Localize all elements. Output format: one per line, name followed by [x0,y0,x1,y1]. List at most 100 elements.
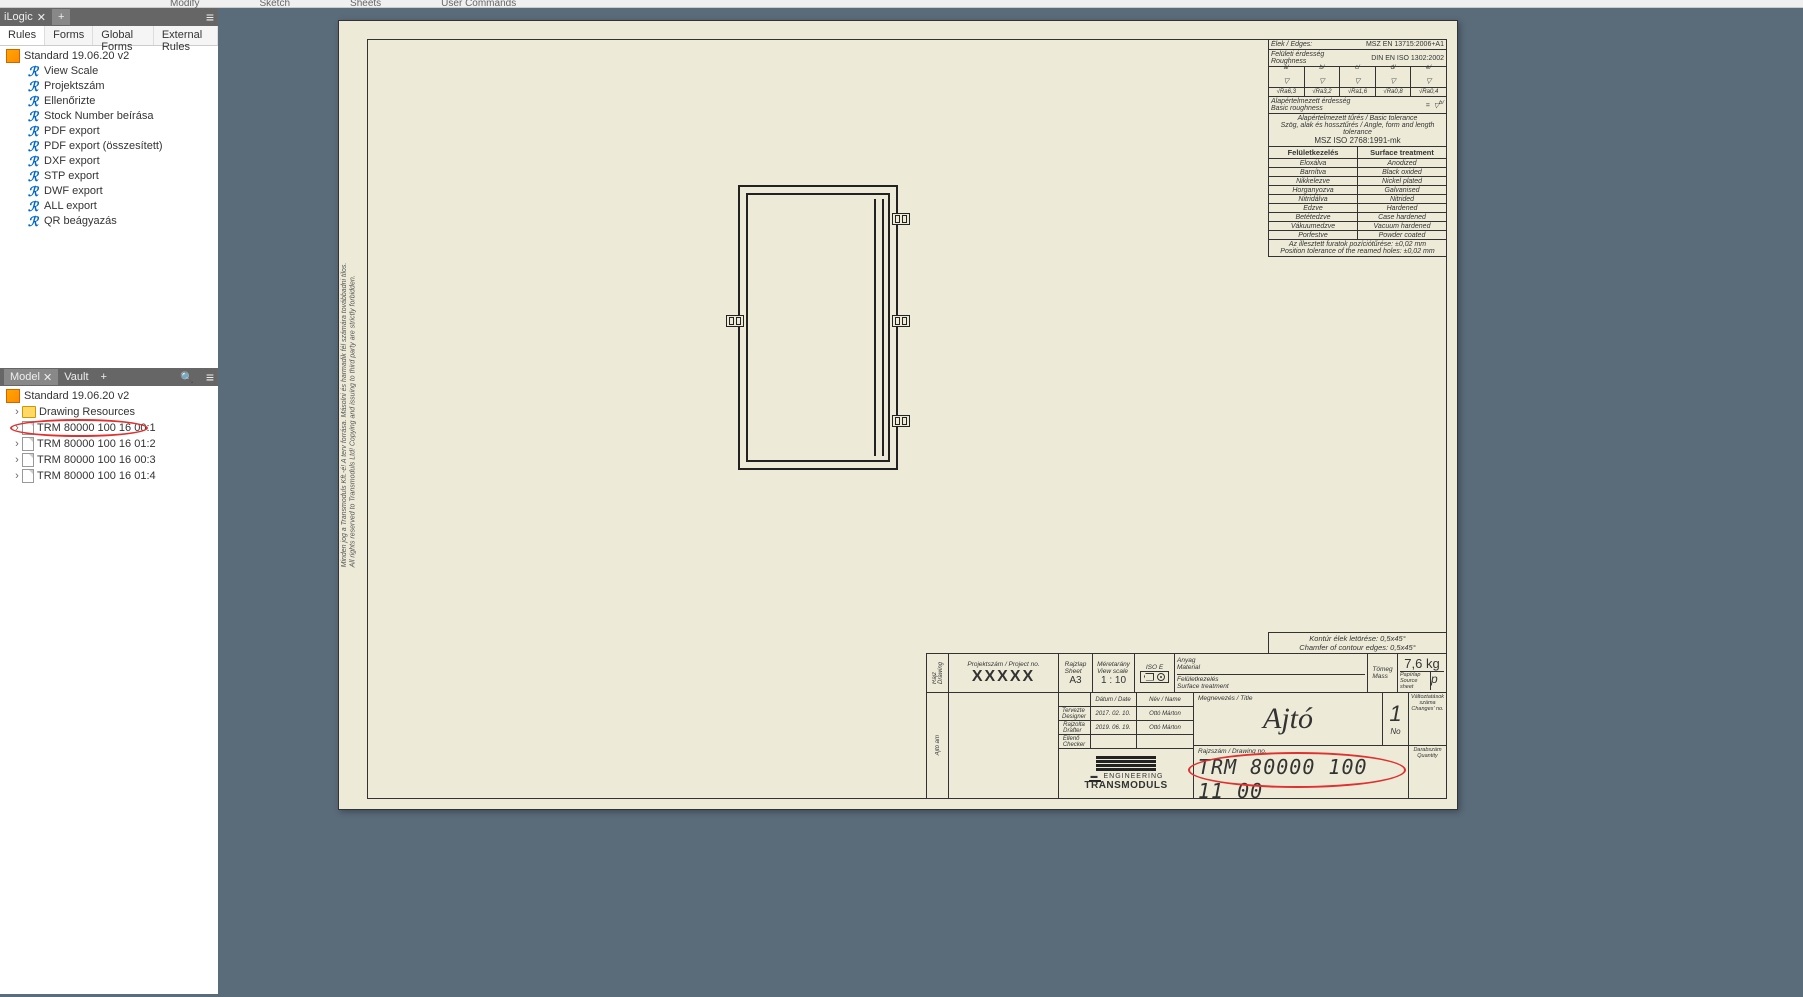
assembly-icon [6,389,20,403]
sheet-icon [22,453,34,467]
treatment-row: VákuumedzveVacuum hardened [1269,222,1446,231]
projection-symbol-icon [1140,671,1169,683]
rule-label: STP export [44,170,99,182]
copyright-note: Minden jog a Transmoduls Kft.-é! A terv … [341,263,358,568]
rule-label: Projektszám [44,80,105,92]
rule-node[interactable]: ℛ Stock Number beírása [0,108,218,123]
rule-label: Stock Number beírása [44,110,153,122]
panel-menu-icon[interactable]: ≡ [206,9,214,25]
sheet-icon [22,421,34,435]
rule-node[interactable]: ℛ PDF export [0,123,218,138]
model-tree: Standard 19.06.20 v2 › Drawing Resources… [0,386,218,994]
sheet-size: A3 [1069,675,1081,686]
sheet-label: TRM 80000 100 16 01:4 [37,470,156,482]
sheet-label: TRM 80000 100 16 00:3 [37,454,156,466]
ilogic-panel-header: iLogic ✕ + ≡ [0,8,218,26]
rule-node[interactable]: ℛ ALL export [0,198,218,213]
tab-global-forms[interactable]: Global Forms [93,26,154,45]
sheet-node[interactable]: › TRM 80000 100 16 00:3 [0,452,218,468]
rule-icon: ℛ [26,214,40,228]
drawing-number: TRM 80000 100 11 00 [1198,755,1404,803]
rule-label: QR beágyazás [44,215,117,227]
rule-icon: ℛ [26,154,40,168]
sheet-label: TRM 80000 100 16 00:1 [37,422,156,434]
rule-node[interactable]: ℛ View Scale [0,63,218,78]
rule-label: View Scale [44,65,98,77]
rule-icon: ℛ [26,139,40,153]
rule-node[interactable]: ℛ Projektszám [0,78,218,93]
sheet-node[interactable]: › TRM 80000 100 16 00:1 [0,420,218,436]
drawing-sheet[interactable]: Minden jog a Transmoduls Kft.-é! A terv … [338,20,1458,810]
tab-rules[interactable]: Rules [0,26,45,45]
tab-model[interactable]: Model ✕ [4,369,58,385]
title-block: Rajz Drawing Projektszám / Project no.XX… [926,653,1446,798]
drawing-title: Ajtó [1263,702,1313,736]
treatment-row: BarnítvaBlack oxided [1269,168,1446,177]
expand-icon[interactable]: › [12,422,22,434]
door-view [738,185,898,470]
model-root-label: Standard 19.06.20 v2 [24,390,129,402]
expand-icon[interactable]: › [12,438,22,450]
close-icon[interactable]: ✕ [37,11,46,24]
sheet-icon [22,469,34,483]
rule-node[interactable]: ℛDWF export [0,183,218,198]
model-panel-header: Model ✕ Vault + 🔍 ≡ [0,368,218,386]
treatment-row: PorfestvePowder coated [1269,231,1446,240]
add-tab-button[interactable]: + [95,369,113,385]
folder-icon [22,406,36,418]
left-panel: iLogic ✕ + ≡ Rules Forms Global Forms Ex… [0,8,218,997]
rule-icon: ℛ [26,184,40,198]
rule-label: PDF export [44,125,100,137]
logo-icon [1096,756,1156,771]
names-grid: Dátum / DateNév / Name Tervezte Designer… [1059,693,1194,798]
rule-icon: ℛ [26,94,40,108]
search-icon[interactable]: 🔍 [180,371,194,384]
hinge-icon [726,315,744,327]
treatment-row: EloxálvaAnodized [1269,159,1446,168]
tab-forms[interactable]: Forms [45,26,93,45]
hinge-icon [892,315,910,327]
top-menu-bar: Modify Sketch Sheets User Commands [0,0,1803,8]
rule-node[interactable]: ℛ Ellenőrizte [0,93,218,108]
view-scale: 1 : 10 [1101,675,1126,686]
add-tab-button[interactable]: + [52,9,70,25]
rule-label: DXF export [44,155,100,167]
rule-label: Ellenőrizte [44,95,95,107]
standards-block: Élek / Edges:MSZ EN 13715:2006+A1 Felüle… [1268,40,1446,257]
expand-icon[interactable]: › [12,406,22,418]
rule-icon: ℛ [26,169,40,183]
rule-icon: ℛ [26,124,40,138]
drawing-rot-label: Rajz Drawing [932,662,944,684]
mass-value: 7,6 kg [1404,656,1439,671]
rule-icon: ℛ [26,79,40,93]
rule-node[interactable]: ℛ DXF export [0,153,218,168]
project-number: XXXXX [972,668,1035,686]
assembly-icon [6,49,20,63]
model-root[interactable]: Standard 19.06.20 v2 [0,388,218,404]
treatment-row: EdzveHardened [1269,204,1446,213]
rule-node[interactable]: ℛPDF export (összesített) [0,138,218,153]
tab-external-rules[interactable]: External Rules [154,26,218,45]
ajto-rot-label: Ajtó am [935,735,941,755]
panel-menu-icon[interactable]: ≡ [206,369,214,385]
treatment-row: BetétedzveCase hardened [1269,213,1446,222]
sheet-icon [22,437,34,451]
rule-label: ALL export [44,200,97,212]
rule-icon: ℛ [26,64,40,78]
treatment-row: NikkelezveNickel plated [1269,177,1446,186]
sheet-node[interactable]: › TRM 80000 100 16 01:2 [0,436,218,452]
drawing-frame: Élek / Edges:MSZ EN 13715:2006+A1 Felüle… [367,39,1447,799]
rule-icon: ℛ [26,199,40,213]
sheet-label: TRM 80000 100 16 01:2 [37,438,156,450]
drawing-resources-node[interactable]: › Drawing Resources [0,404,218,420]
rule-icon: ℛ [26,109,40,123]
tree-root-label: Standard 19.06.20 v2 [24,50,129,62]
rule-node[interactable]: ℛ STP export [0,168,218,183]
hinge-icon [892,415,910,427]
canvas-area[interactable]: Minden jog a Transmoduls Kft.-é! A terv … [218,8,1803,997]
rule-node[interactable]: ℛ QR beágyazás [0,213,218,228]
expand-icon[interactable]: › [12,470,22,482]
sheet-node[interactable]: › TRM 80000 100 16 01:4 [0,468,218,484]
tab-vault[interactable]: Vault [58,369,94,385]
expand-icon[interactable]: › [12,454,22,466]
